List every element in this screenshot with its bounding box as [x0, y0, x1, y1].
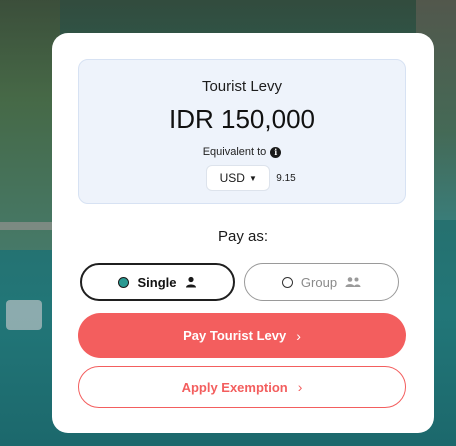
- background-boat: [6, 300, 42, 330]
- chevron-right-icon: ›: [297, 379, 303, 395]
- chevron-right-icon: ›: [296, 327, 301, 344]
- currency-selected-value: USD: [219, 171, 245, 185]
- radio-unselected-icon: [281, 276, 293, 288]
- equivalent-label: Equivalent to: [202, 146, 267, 158]
- pay-tourist-levy-button[interactable]: Pay Tourist Levy ›: [78, 313, 406, 358]
- group-option-label: Group: [300, 274, 338, 290]
- background-pier: [0, 222, 60, 230]
- converted-amount: 9.15: [276, 172, 296, 184]
- single-option-label: Single: [137, 274, 177, 290]
- levy-amount: IDR 150,000: [169, 104, 315, 134]
- equivalent-row: Equivalent to i: [79, 146, 405, 158]
- radio-selected-icon: [118, 276, 130, 288]
- caret-down-icon: ▼: [248, 173, 257, 183]
- pay-as-single-option[interactable]: Single: [80, 263, 235, 301]
- exemption-button-label: Apply Exemption: [181, 379, 288, 395]
- levy-title: Tourist Levy: [201, 78, 283, 95]
- pay-as-label: Pay as:: [217, 228, 269, 245]
- pay-as-group-option[interactable]: Group: [244, 263, 399, 301]
- pay-button-label: Pay Tourist Levy: [183, 328, 287, 343]
- currency-select[interactable]: USD ▼: [206, 165, 271, 191]
- person-icon: [185, 276, 197, 288]
- currency-row: USD ▼ 9.15: [79, 165, 405, 191]
- background-shore-left: [0, 0, 60, 250]
- info-icon[interactable]: i: [270, 146, 282, 158]
- levy-card: Tourist Levy IDR 150,000 Equivalent to i…: [52, 33, 434, 433]
- apply-exemption-button[interactable]: Apply Exemption ›: [78, 366, 406, 408]
- group-icon: [345, 276, 361, 288]
- levy-summary-box: Tourist Levy IDR 150,000 Equivalent to i…: [78, 59, 406, 204]
